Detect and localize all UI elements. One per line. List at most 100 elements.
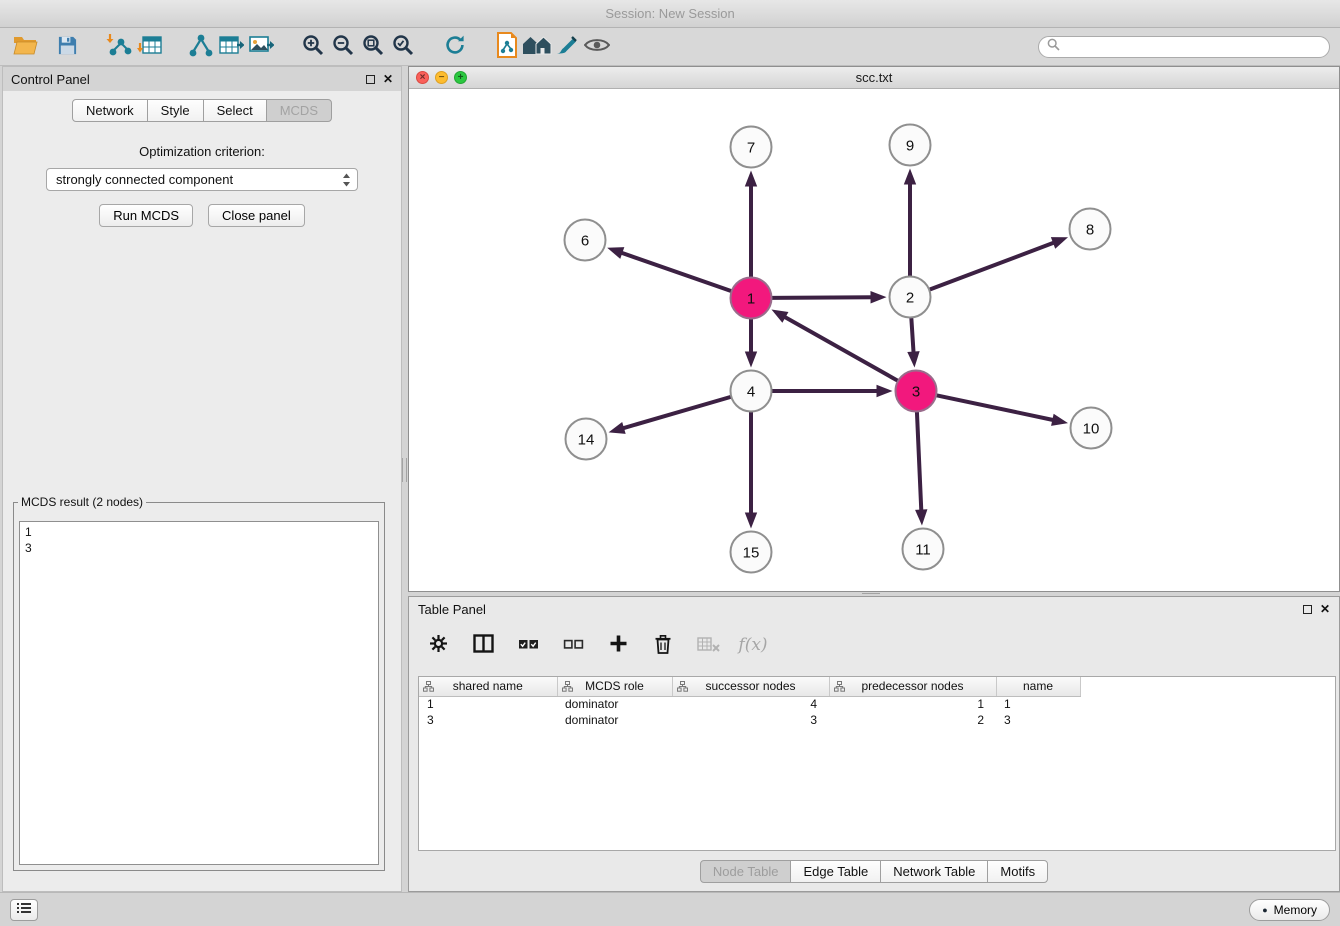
gear-icon [429,634,448,656]
show-columns-button[interactable] [470,632,496,658]
column-header-shared-name[interactable]: shared name [419,677,557,696]
float-panel-icon[interactable] [366,75,375,84]
edge-2-3[interactable] [911,318,913,353]
edge-arrowhead [745,352,757,368]
function-builder-button[interactable]: f(x) [740,632,766,658]
show-panels-button[interactable] [10,899,38,921]
node-label: 14 [578,432,595,449]
zoom-fit-icon [362,34,385,60]
table-cell[interactable]: 1 [829,696,996,712]
delete-column-button[interactable] [650,632,676,658]
plus-icon [609,634,628,656]
run-mcds-button[interactable]: Run MCDS [99,204,193,227]
tab-motifs[interactable]: Motifs [987,860,1048,883]
table-cell[interactable]: 3 [996,712,1080,728]
node-label: 6 [581,233,589,250]
table-cell[interactable]: dominator [557,696,672,712]
edge-4-14[interactable] [622,397,730,429]
search-box[interactable] [1038,36,1330,58]
edge-3-11[interactable] [917,412,921,511]
edge-2-8[interactable] [930,242,1055,289]
window-minimize-button[interactable]: − [435,71,448,84]
close-control-panel-icon[interactable]: ✕ [383,73,393,85]
network-share-icon [188,33,214,60]
export-image-button[interactable] [246,32,276,62]
import-table-button[interactable] [134,32,164,62]
edge-1-2[interactable] [772,297,872,298]
table-row[interactable]: 1dominator411 [419,696,1335,712]
create-column-button[interactable] [605,632,631,658]
edge-3-10[interactable] [937,395,1054,420]
import-network-button[interactable] [104,32,134,62]
tab-network[interactable]: Network [72,99,148,122]
export-image-icon [249,33,274,60]
show-hide-button[interactable] [582,32,612,62]
tab-select[interactable]: Select [203,99,267,122]
mcds-result-item[interactable]: 3 [25,540,373,556]
network-from-selection-button[interactable] [186,32,216,62]
table-cell[interactable]: 1 [419,696,557,712]
mcds-result-group: MCDS result (2 nodes) 13 [13,495,385,871]
search-input[interactable] [1065,40,1321,54]
window-zoom-button[interactable]: + [454,71,467,84]
open-session-button[interactable] [10,32,40,62]
column-header-successor-nodes[interactable]: successor nodes [672,677,829,696]
edge-arrowhead [745,513,757,529]
table-settings-button[interactable] [425,632,451,658]
tab-edge-table[interactable]: Edge Table [790,860,881,883]
node-table-body: 1dominator4113dominator323 [419,696,1335,728]
refresh-button[interactable] [440,32,470,62]
column-header-name[interactable]: name [996,677,1080,696]
optimization-criterion-select[interactable]: strongly connected component [46,168,358,191]
tab-style[interactable]: Style [147,99,204,122]
table-cell[interactable]: 4 [672,696,829,712]
table-row[interactable]: 3dominator323 [419,712,1335,728]
unchecked-boxes-icon [563,637,584,654]
select-all-button[interactable] [515,632,541,658]
close-table-panel-icon[interactable]: ✕ [1320,603,1330,615]
zoom-in-button[interactable] [298,32,328,62]
two-houses-icon [522,34,552,59]
edge-arrowhead [745,171,757,187]
zoom-out-button[interactable] [328,32,358,62]
column-header-mcds-role[interactable]: MCDS role [557,677,672,696]
tab-network-table[interactable]: Network Table [880,860,988,883]
table-panel: Table Panel ✕ [408,596,1340,892]
duplicate-network-button[interactable] [492,32,522,62]
network-canvas[interactable]: 7968124314101511 [409,89,1339,591]
table-cell[interactable]: 1 [996,696,1080,712]
mcds-result-list[interactable]: 13 [19,521,379,865]
edge-1-6[interactable] [620,252,730,291]
tree-icon [834,681,845,695]
delete-table-button[interactable] [695,632,721,658]
node-label: 11 [915,542,931,559]
memory-button[interactable]: ● Memory [1249,899,1330,921]
tab-node-table[interactable]: Node Table [700,860,792,883]
zoom-selected-button[interactable] [388,32,418,62]
vertical-splitter-handle[interactable] [402,458,407,482]
save-session-button[interactable] [52,32,82,62]
table-cell[interactable]: 2 [829,712,996,728]
close-panel-button[interactable]: Close panel [208,204,305,227]
table-cell[interactable]: dominator [557,712,672,728]
node-label: 4 [747,384,755,401]
table-cell[interactable]: 3 [419,712,557,728]
apply-style-button[interactable] [552,32,582,62]
window-close-button[interactable]: × [416,71,429,84]
float-table-panel-icon[interactable] [1303,605,1312,614]
zoom-fit-button[interactable] [358,32,388,62]
node-label: 10 [1083,421,1100,438]
mcds-result-item[interactable]: 1 [25,524,373,540]
tab-mcds[interactable]: MCDS [266,99,332,122]
edge-arrowhead [1051,414,1068,426]
titlebar[interactable]: Session: New Session [0,0,1340,28]
column-header-predecessor-nodes[interactable]: predecessor nodes [829,677,996,696]
edge-arrowhead [771,310,788,323]
deselect-all-button[interactable] [560,632,586,658]
table-cell[interactable]: 3 [672,712,829,728]
node-label: 7 [747,140,755,157]
first-neighbors-button[interactable] [522,32,552,62]
network-window-titlebar[interactable]: × − + scc.txt [409,67,1339,89]
edge-3-1[interactable] [784,316,898,380]
export-table-button[interactable] [216,32,246,62]
